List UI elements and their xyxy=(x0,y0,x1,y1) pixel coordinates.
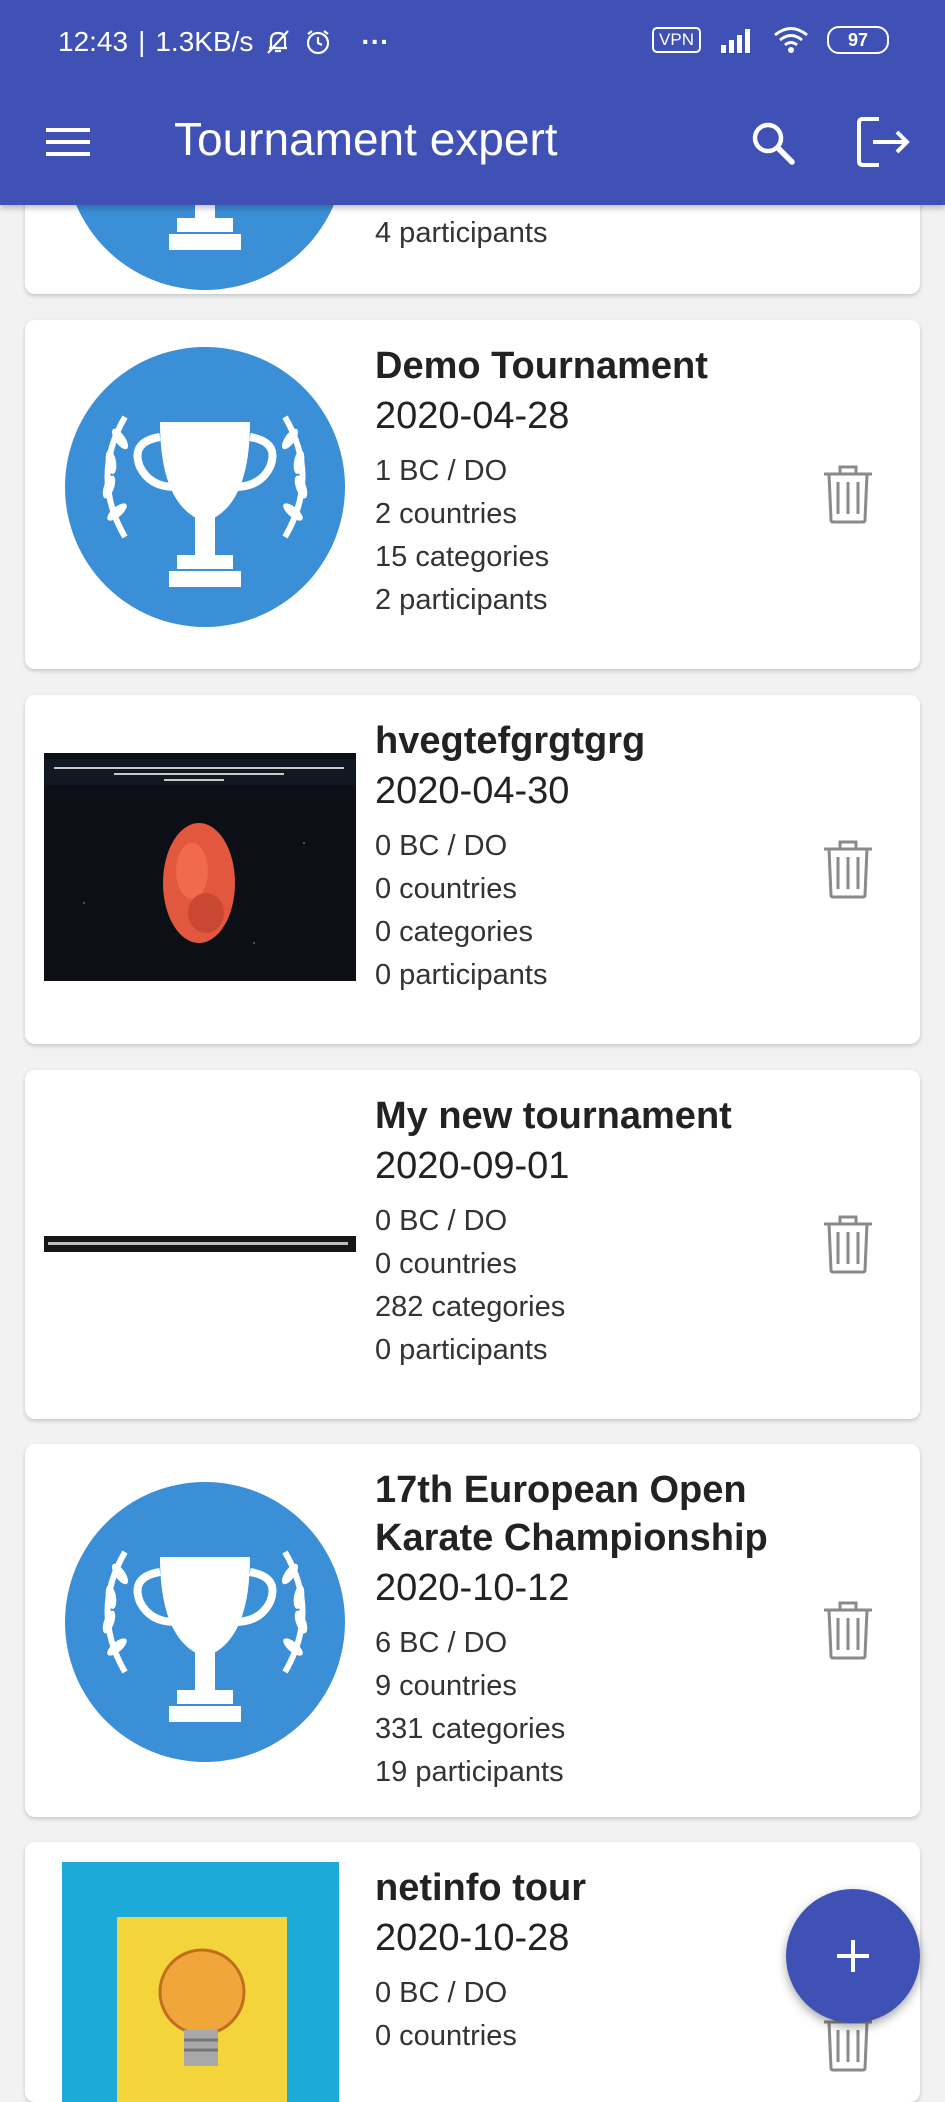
tournament-card[interactable]: Demo Tournament 2020-04-28 1 BC / DO 2 c… xyxy=(25,320,920,669)
page-title: Tournament expert xyxy=(174,113,558,165)
mute-bell-icon xyxy=(267,30,290,54)
tournament-date: 2020-10-12 xyxy=(375,1567,570,1609)
tournament-date: 2020-04-28 xyxy=(375,395,570,437)
tournament-date: 2020-10-28 xyxy=(375,1917,570,1959)
signal-icon xyxy=(721,29,750,53)
trophy-icon xyxy=(65,347,345,627)
plus-icon xyxy=(837,1940,869,1972)
wifi-icon xyxy=(774,27,808,53)
add-tournament-button[interactable] xyxy=(786,1889,920,2023)
participants-count: 2 participants xyxy=(375,584,548,616)
tournament-card[interactable]: My new tournament 2020-09-01 0 BC / DO 0… xyxy=(25,1070,920,1419)
countries-count: 0 countries xyxy=(375,873,517,905)
tournament-image xyxy=(62,1862,339,2102)
bc-do-count: 0 BC / DO xyxy=(375,1205,508,1237)
app-bar: 12:43 | 1.3KB/s ··· VPN 97 Tournament ex… xyxy=(0,0,945,205)
battery-indicator: 97 xyxy=(827,26,889,54)
tournament-card[interactable]: hvegtefgrgtgrg 2020-04-30 0 BC / DO 0 co… xyxy=(25,695,920,1044)
tournament-image xyxy=(44,1236,356,1252)
tournament-date: 2020-04-30 xyxy=(375,770,570,812)
status-bar: 12:43 | 1.3KB/s ··· VPN 97 xyxy=(0,0,945,86)
vpn-badge: VPN xyxy=(652,27,701,53)
delete-trash-icon[interactable] xyxy=(822,839,874,899)
countries-count: 0 countries xyxy=(375,1248,517,1280)
status-network-speed: 1.3KB/s xyxy=(155,26,254,57)
participants-count: 19 participants xyxy=(375,1756,564,1788)
tournament-name: 17th European Open Karate Championship xyxy=(375,1469,768,1559)
search-icon[interactable] xyxy=(740,110,804,174)
menu-icon[interactable] xyxy=(36,110,100,174)
delete-trash-icon[interactable] xyxy=(822,1214,874,1274)
countries-count: 9 countries xyxy=(375,1670,517,1702)
tournament-card[interactable]: netinfo tour 2020-10-28 0 BC / DO 0 coun… xyxy=(25,1842,920,2102)
countries-count: 0 countries xyxy=(375,2020,517,2052)
tournament-date: 2020-09-01 xyxy=(375,1145,570,1187)
status-overflow: ··· xyxy=(361,26,390,57)
participants-count: 0 participants xyxy=(375,959,548,991)
alarm-icon xyxy=(307,30,330,55)
toolbar: Tournament expert xyxy=(0,86,945,205)
participants-count: 4 participants xyxy=(375,217,548,249)
categories-count: 15 categories xyxy=(375,541,550,573)
categories-count: 282 categories xyxy=(375,1291,566,1323)
tournament-name: hvegtefgrgtgrg xyxy=(375,720,646,762)
tournament-image xyxy=(44,753,356,981)
countries-count: 2 countries xyxy=(375,498,517,530)
participants-count: 0 participants xyxy=(375,1334,548,1366)
trophy-icon xyxy=(65,1482,345,1762)
tournament-name: My new tournament xyxy=(375,1095,732,1137)
categories-count: 0 categories xyxy=(375,916,533,948)
tournament-name: Demo Tournament xyxy=(375,345,708,387)
bc-do-count: 0 BC / DO xyxy=(375,1977,508,2009)
tournament-card[interactable]: 17th European Open Karate Championship 2… xyxy=(25,1444,920,1817)
tournament-name: netinfo tour xyxy=(375,1867,587,1909)
categories-count: 331 categories xyxy=(375,1713,566,1745)
bc-do-count: 1 BC / DO xyxy=(375,455,508,487)
delete-trash-icon[interactable] xyxy=(822,464,874,524)
status-time: 12:43 xyxy=(58,26,129,57)
bc-do-count: 6 BC / DO xyxy=(375,1627,508,1659)
bc-do-count: 0 BC / DO xyxy=(375,830,508,862)
delete-trash-icon[interactable] xyxy=(822,1600,874,1660)
logout-icon[interactable] xyxy=(852,110,916,174)
